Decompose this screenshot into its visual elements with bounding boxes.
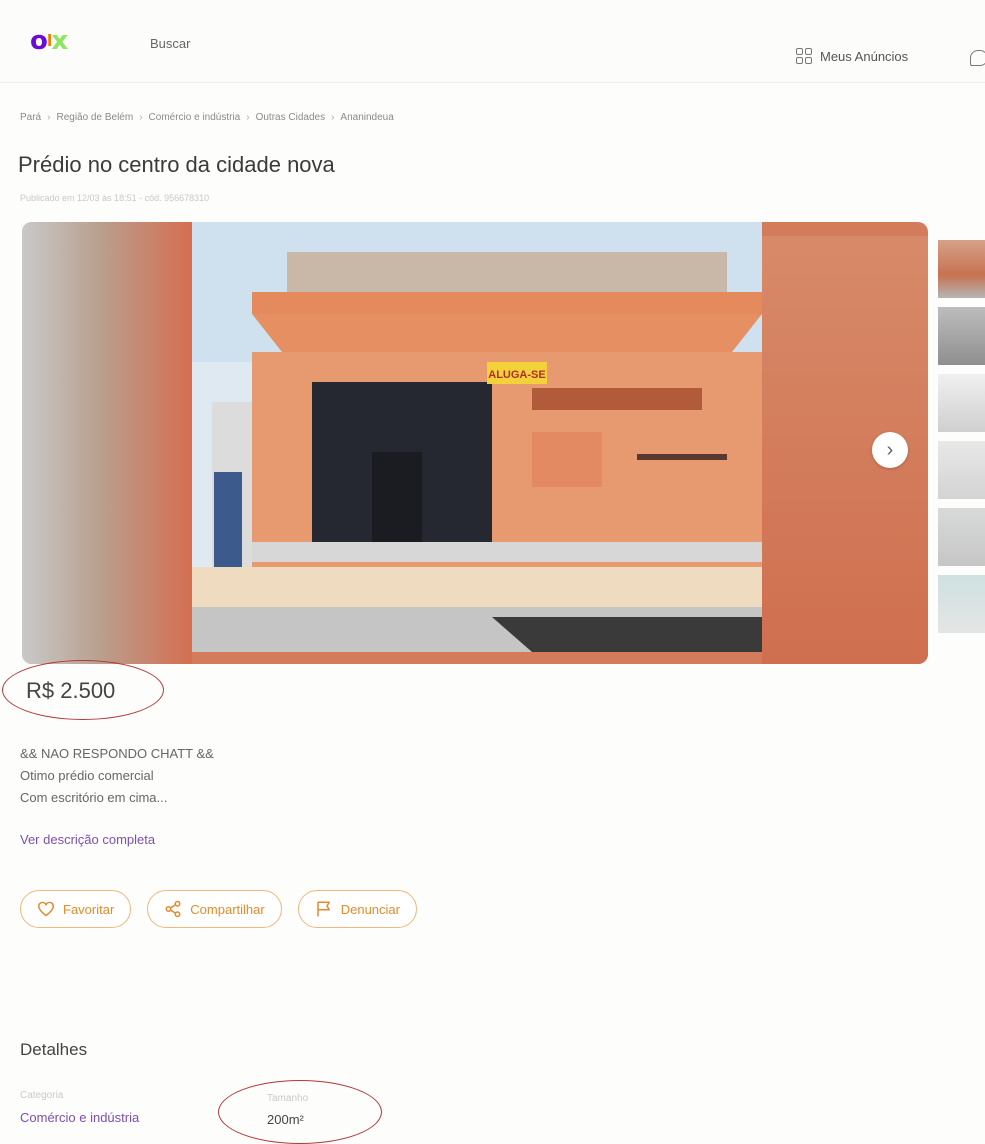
meus-anuncios-link[interactable]: Meus Anúncios	[796, 48, 908, 64]
breadcrumb-item[interactable]: Comércio e indústria	[149, 112, 241, 123]
heart-icon	[37, 901, 55, 917]
favorite-label: Favoritar	[63, 901, 115, 917]
thumbnail[interactable]	[938, 575, 985, 633]
next-image-button[interactable]: ›	[872, 432, 908, 468]
category-value[interactable]: Comércio e indústria	[20, 1110, 139, 1125]
listing-price: R$ 2.500	[26, 678, 116, 703]
gallery-blur-left	[22, 222, 192, 664]
share-icon	[165, 900, 181, 918]
breadcrumb-item[interactable]: Pará	[20, 112, 41, 123]
thumbnail[interactable]	[938, 307, 985, 365]
share-label: Compartilhar	[190, 901, 265, 917]
meus-anuncios-label: Meus Anúncios	[820, 48, 909, 64]
favorite-button[interactable]: Favoritar	[20, 890, 132, 928]
aluga-se-sign: ALUGA-SE	[488, 369, 545, 381]
top-navigation-bar: olx Buscar Meus Anúncios	[0, 0, 985, 83]
description-line: && NAO RESPONDO CHATT &&	[20, 746, 214, 761]
chat-icon[interactable]	[970, 50, 985, 66]
listing-title: Prédio no centro da cidade nova	[18, 152, 335, 177]
search-link[interactable]: Buscar	[150, 36, 190, 51]
share-button[interactable]: Compartilhar	[147, 890, 282, 928]
report-button[interactable]: Denunciar	[297, 890, 417, 928]
breadcrumb-item[interactable]: Região de Belém	[56, 112, 133, 123]
size-label: Tamanho	[267, 1093, 309, 1104]
image-gallery[interactable]: ALUGA-SE ›	[22, 222, 928, 664]
flag-icon	[316, 901, 330, 917]
thumbnail[interactable]	[938, 374, 985, 432]
published-date: Publicado em 12/03 às 18:51 - cód. 95667…	[20, 193, 210, 203]
thumbnail[interactable]	[938, 441, 985, 499]
description-line: Com escritório em cima...	[20, 790, 168, 805]
report-label: Denunciar	[340, 901, 400, 917]
thumbnail[interactable]	[938, 240, 985, 298]
grid-icon	[796, 48, 812, 64]
listing-description: && NAO RESPONDO CHATT && Otimo prédio co…	[20, 743, 214, 809]
breadcrumb: Pará › Região de Belém › Comércio e indúst…	[20, 112, 394, 123]
thumbnail-strip	[938, 240, 985, 642]
size-value: 200m²	[267, 1112, 304, 1127]
thumbnail[interactable]	[938, 508, 985, 566]
details-heading: Detalhes	[20, 1040, 88, 1059]
listing-photo: ALUGA-SE	[192, 222, 762, 652]
chevron-right-icon: ›	[886, 438, 894, 461]
breadcrumb-item[interactable]: Outras Cidades	[256, 112, 325, 123]
breadcrumb-item[interactable]: Ananindeua	[340, 112, 393, 123]
olx-logo[interactable]: olx	[30, 26, 68, 56]
action-buttons: Favoritar Compartilhar Denunciar	[20, 890, 417, 928]
description-line: Otimo prédio comercial	[20, 768, 154, 783]
see-full-description-link[interactable]: Ver descrição completa	[20, 832, 155, 847]
category-label: Categoria	[20, 1090, 64, 1101]
